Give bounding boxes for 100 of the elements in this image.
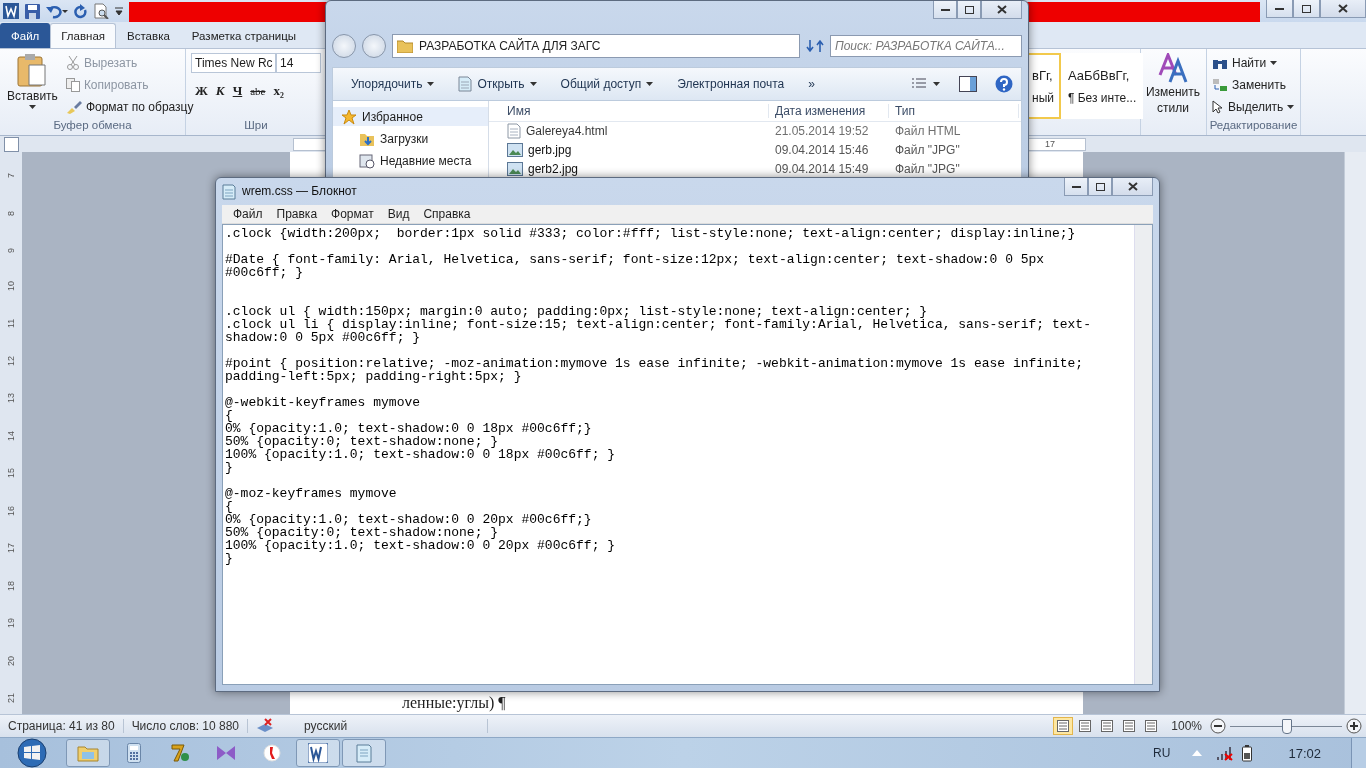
archiver-icon [170,743,190,763]
italic-button[interactable]: К [211,81,229,101]
replace-icon [1212,77,1228,92]
scrollbar[interactable] [1134,225,1152,684]
close-button[interactable] [1112,178,1153,196]
minimize-button[interactable] [1266,0,1294,18]
format-painter-button[interactable]: Формат по образцу [65,97,194,116]
document-text: ленные:углы) ¶ [401,694,507,714]
close-button[interactable] [981,1,1022,19]
zoom-in-icon[interactable] [1346,718,1362,734]
customize-icon[interactable] [115,6,123,16]
menu-item[interactable]: Правка [269,205,325,223]
maximize-button[interactable] [1293,0,1321,18]
styles-icon [1158,53,1188,83]
file-name[interactable]: gerb2.jpg [489,162,769,176]
menu-item[interactable]: Файл [226,205,270,223]
tab-selector[interactable] [4,136,19,152]
find-button[interactable]: Найти [1212,53,1295,72]
zoom-slider-thumb[interactable] [1282,718,1292,734]
column-header[interactable]: Дата изменения [769,104,889,118]
strikethrough-button[interactable]: abe [246,81,270,101]
zoom-out-icon[interactable] [1210,718,1226,734]
column-header[interactable]: Имя [489,104,769,118]
underline-button[interactable]: Ч [228,81,247,101]
bold-button[interactable]: Ж [191,81,212,101]
recent-places-icon [359,152,375,169]
maximize-icon [964,5,974,14]
style-item[interactable]: АаБбВвГг, ¶ Без инте... [1060,53,1144,119]
font-name-field[interactable]: Times New Rc [191,53,276,73]
clock[interactable]: 17:02 [1288,745,1321,761]
ribbon-tab[interactable]: Разметка страницы [180,23,308,48]
network-icon[interactable] [1216,745,1235,761]
font-size-field[interactable]: 14 [276,53,321,73]
undo-icon[interactable] [46,3,68,19]
ribbon-tab[interactable]: Главная [50,23,117,48]
view-options-icon[interactable] [911,77,941,91]
redo-icon[interactable] [74,3,88,19]
taskbar-button[interactable] [296,739,340,767]
close-button[interactable] [1320,0,1366,18]
menu-item[interactable]: Формат [324,205,381,223]
group-label: Шри [243,119,269,133]
notepad-icon [222,184,236,200]
select-button[interactable]: Выделить [1212,97,1295,116]
address-bar[interactable]: РАЗРАБОТКА САЙТА ДЛЯ ЗАГС [392,34,800,58]
column-header[interactable]: Тип [889,104,1019,118]
file-type: Файл HTML [894,124,962,138]
calculator-icon [127,743,141,763]
caret-icon [646,82,654,86]
minimize-icon [1071,185,1081,188]
browser-icon [263,744,281,762]
nav-item[interactable]: Избранное [333,107,488,126]
caret-icon [28,105,36,109]
input-language[interactable]: RU [1153,746,1171,760]
view-icon [1057,720,1070,732]
toolbar-button[interactable]: » [798,72,825,96]
preview-pane-icon[interactable] [959,76,977,92]
maximize-button[interactable] [957,1,982,19]
print-preview-icon[interactable] [94,3,109,19]
paste-button[interactable]: Вставить [5,53,60,119]
clipboard-icon [17,53,48,87]
battery-icon[interactable] [1242,744,1253,762]
minimize-button[interactable] [1064,178,1089,196]
window-title: wrem.css — Блокнот [242,184,357,198]
scrollbar[interactable] [1344,152,1366,714]
close-icon [1338,4,1349,13]
close-icon [996,5,1007,14]
search-field[interactable]: Поиск: РАЗРАБОТКА САЙТА... [830,35,1022,57]
ribbon-tab[interactable]: Файл [0,23,51,48]
copy-icon [65,77,80,92]
minimize-icon [1275,7,1285,10]
toolbar-button[interactable]: Электронная почта [667,72,795,96]
maximize-button[interactable] [1088,178,1113,196]
view-icon [1101,720,1114,732]
caret-icon [1287,104,1295,109]
change-styles-button[interactable]: Изменить стили [1141,53,1205,119]
nav-item[interactable]: Недавние места [333,151,488,170]
replace-button[interactable]: Заменить [1212,75,1295,94]
ribbon-tab[interactable]: Вставка [116,23,181,48]
toolbar-button[interactable]: Упорядочить [341,72,445,96]
subscript-button[interactable]: x₂ [269,81,288,101]
save-icon[interactable] [25,3,40,19]
help-icon[interactable] [995,75,1013,93]
toolbar-button[interactable]: Открыть [448,72,547,96]
menu-item[interactable]: Справка [416,205,478,223]
view-icon [1123,720,1136,732]
notepad-icon [458,76,473,92]
refresh-icon[interactable] [806,38,824,54]
image-file-icon [507,162,523,176]
toolbar-button[interactable]: Общий доступ [550,72,664,96]
file-name[interactable]: Galereya4.html [489,123,769,139]
zoom-level[interactable]: 100% [1163,719,1210,733]
view-icon [1079,720,1092,732]
minimize-button[interactable] [933,1,958,19]
group-label: Буфер обмена [52,119,133,133]
image-file-icon [507,143,523,157]
folder-icon [397,39,413,53]
page-count: Страница: 41 из 80 [0,719,124,733]
word-icon[interactable] [3,3,19,19]
menu-item[interactable]: Вид [380,205,417,223]
view-button[interactable] [1053,717,1074,735]
